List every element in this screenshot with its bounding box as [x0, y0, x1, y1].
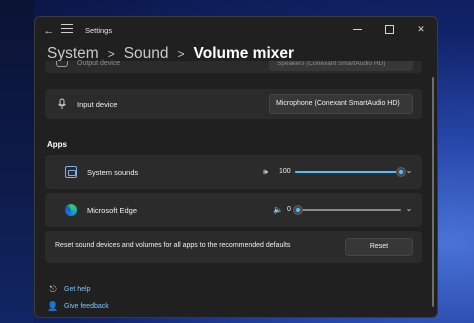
hamburger-menu-icon[interactable] [61, 24, 73, 34]
maximize-button[interactable] [373, 17, 405, 41]
get-help-link[interactable]: ⎋ Get help [47, 283, 90, 295]
volume-slider-thumb[interactable] [293, 205, 303, 215]
app-name: Microsoft Edge [87, 206, 138, 215]
speaker-icon [56, 61, 68, 67]
microphone-icon [56, 98, 68, 110]
settings-window: ← Settings ✕ System > Sound > Volume mix… [34, 16, 438, 318]
reset-row: Reset sound devices and volumes for all … [45, 231, 422, 263]
volume-slider[interactable] [295, 171, 401, 173]
close-button[interactable]: ✕ [405, 17, 437, 41]
app-row-microsoft-edge: Microsoft Edge 🔈 0 ⌄ [45, 193, 422, 227]
desktop-background [0, 0, 34, 323]
back-arrow-icon[interactable]: ← [41, 23, 57, 39]
system-sounds-icon [65, 166, 77, 178]
maximize-icon [384, 24, 394, 34]
minimize-icon [352, 28, 362, 30]
apps-section-title: Apps [47, 140, 67, 149]
chevron-down-icon[interactable]: ⌄ [404, 204, 414, 214]
minimize-button[interactable] [341, 17, 373, 41]
window-controls: ✕ [341, 17, 437, 41]
close-icon: ✕ [417, 23, 425, 34]
help-icon: ⎋ [49, 284, 57, 294]
volume-icon[interactable]: 🔈 [273, 205, 283, 215]
breadcrumb-separator: > [107, 47, 115, 61]
app-row-system-sounds: System sounds 🕪 100 ⌄ [45, 155, 422, 189]
give-feedback-link[interactable]: 👤 Give feedback [47, 300, 109, 312]
volume-value: 100 [279, 168, 291, 175]
volume-high-icon[interactable]: 🕪 [263, 167, 268, 177]
chevron-down-icon[interactable]: ⌄ [404, 166, 414, 176]
get-help-label: Get help [64, 285, 91, 293]
output-device-label: Output device [77, 60, 121, 67]
edge-icon [65, 204, 77, 216]
feedback-icon: 👤 [47, 301, 59, 311]
reset-button[interactable]: Reset [345, 238, 413, 256]
input-device-row: Input device Microphone (Conexant SmartA… [45, 89, 422, 119]
volume-value: 0 [287, 206, 291, 213]
input-device-label: Input device [77, 100, 118, 109]
volume-slider-fill [295, 171, 401, 173]
scrollbar[interactable] [432, 77, 434, 307]
window-title: Settings [85, 26, 113, 35]
output-device-row: Output device Speakers (Conexant SmartAu… [45, 60, 422, 73]
app-name: System sounds [87, 168, 139, 177]
title-bar: ← Settings ✕ [35, 17, 437, 45]
breadcrumb-separator: > [177, 47, 185, 61]
volume-slider[interactable] [298, 209, 401, 211]
output-device-dropdown[interactable]: Speakers (Conexant SmartAudio HD) [269, 61, 413, 71]
give-feedback-label: Give feedback [64, 302, 109, 310]
reset-description: Reset sound devices and volumes for all … [55, 242, 291, 249]
input-device-dropdown[interactable]: Microphone (Conexant SmartAudio HD) [269, 94, 413, 114]
